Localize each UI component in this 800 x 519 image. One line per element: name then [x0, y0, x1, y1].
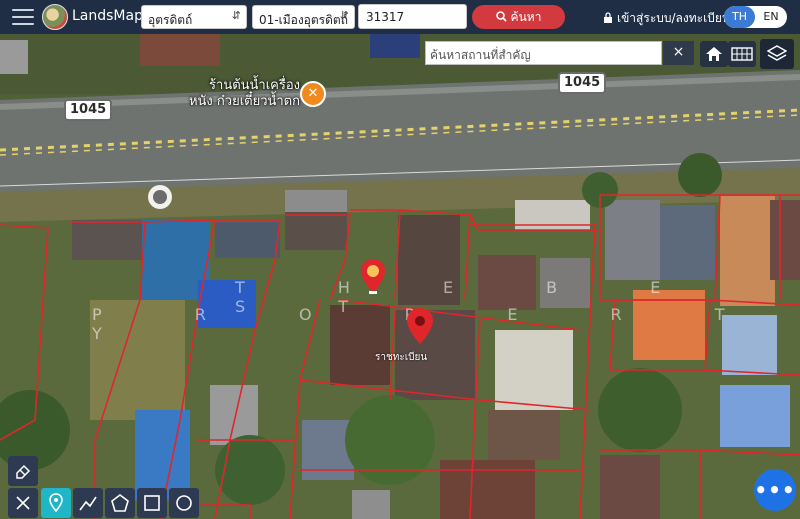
watermark-text: P R O P E R T Y: [92, 305, 769, 343]
circle-tool-button[interactable]: [169, 488, 199, 518]
home-button[interactable]: [700, 41, 728, 67]
login-link[interactable]: เข้าสู่ระบบ/ลงทะเบียน: [603, 9, 730, 28]
polygon-tool-button[interactable]: [105, 488, 135, 518]
hamburger-icon[interactable]: [12, 9, 34, 25]
clear-search-button[interactable]: ×: [663, 41, 694, 65]
brand-name: LandsMaps: [72, 8, 151, 24]
more-icon: •••: [754, 478, 796, 502]
province-value: อุตรดิตถ์: [148, 13, 193, 27]
province-select[interactable]: อุตรดิตถ์ ⇵: [141, 5, 247, 29]
lang-th-button[interactable]: TH: [724, 6, 755, 28]
poi-label-line: หนัง ก๋วยเตี๋ยวน้ำตก: [188, 94, 300, 109]
map-canvas[interactable]: 1045 1045 ร้านต้นน้ำเครื่อง หนัง ก๋วยเตี…: [0, 0, 800, 519]
home-icon: [706, 47, 722, 61]
poi-label[interactable]: ร้านต้นน้ำเครื่อง หนัง ก๋วยเตี๋ยวน้ำตก: [140, 78, 300, 110]
search-button[interactable]: ค้นหา: [472, 5, 565, 29]
eraser-icon: [16, 464, 31, 479]
top-navbar: LandsMaps อุตรดิตถ์ ⇵ 01-เมืองอุตรดิตถ์ …: [0, 0, 800, 34]
language-toggle[interactable]: TH EN: [724, 6, 787, 28]
circle-icon: [176, 495, 192, 511]
more-options-button[interactable]: •••: [754, 469, 796, 511]
road-number-shield: 1045: [558, 72, 607, 94]
rectangle-icon: [144, 495, 160, 511]
red-marker-icon[interactable]: [406, 307, 434, 345]
pin-tool-button[interactable]: [41, 488, 71, 518]
poi-label-line: ร้านต้นน้ำเครื่อง: [209, 78, 300, 93]
measure-button[interactable]: [8, 488, 38, 518]
chevron-updown-icon: ⇵: [231, 9, 241, 22]
polyline-tool-button[interactable]: [73, 488, 103, 518]
grid-icon: [731, 47, 753, 61]
district-select[interactable]: 01-เมืองอุตรดิตถ์ ⇵: [252, 5, 355, 29]
polygon-icon: [111, 494, 129, 512]
road-number-shield: 1045: [64, 99, 113, 121]
polyline-icon: [79, 496, 97, 511]
chevron-updown-icon: ⇵: [339, 9, 349, 22]
pin-icon: [49, 493, 63, 513]
rectangle-tool-button[interactable]: [137, 488, 167, 518]
lang-en-button[interactable]: EN: [755, 6, 787, 28]
place-search-input[interactable]: ค้นหาสถานที่สำคัญ: [425, 41, 662, 65]
layers-icon: [767, 45, 787, 61]
restaurant-icon[interactable]: ✕: [300, 81, 326, 107]
lock-icon: [604, 12, 612, 23]
parcel-label: ราชทะเบียน: [375, 352, 428, 363]
district-value: 01-เมืองอุตรดิตถ์: [259, 13, 348, 27]
satellite-imagery: [0, 0, 800, 519]
grid-button[interactable]: [728, 41, 756, 67]
search-button-label: ค้นหา: [510, 10, 542, 24]
orange-marker-icon[interactable]: [360, 258, 386, 294]
layers-button[interactable]: [760, 39, 794, 69]
logo[interactable]: [42, 4, 68, 30]
eraser-button[interactable]: [8, 456, 38, 486]
magnifier-icon: [495, 11, 507, 22]
ruler-icon: [16, 496, 30, 510]
parcel-number-input[interactable]: 31317: [358, 4, 467, 29]
login-label: เข้าสู่ระบบ/ลงทะเบียน: [617, 11, 731, 25]
